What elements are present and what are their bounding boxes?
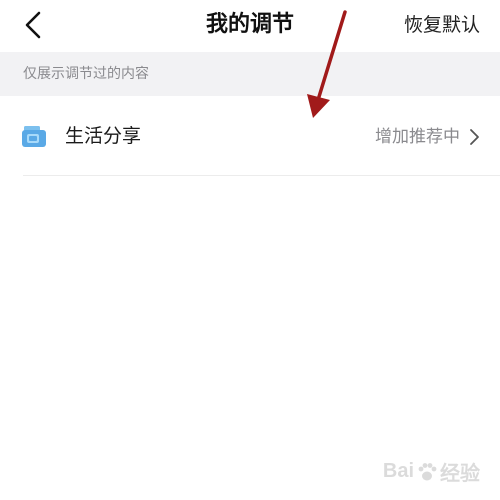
video-camera-icon bbox=[22, 126, 46, 147]
watermark: Bai 经验 bbox=[383, 457, 480, 486]
watermark-text-cjk: 经验 bbox=[440, 463, 480, 485]
row-divider bbox=[23, 175, 500, 176]
row-label: 生活分享 bbox=[65, 125, 142, 147]
reset-default-button[interactable]: 恢复默认 bbox=[404, 9, 480, 41]
chevron-left-icon bbox=[25, 11, 41, 39]
screen: 我的调节 恢复默认 仅展示调节过的内容 生活分享 增加推荐中 Bai 经验 bbox=[0, 0, 500, 500]
row-value: 增加推荐中 bbox=[375, 127, 460, 147]
back-button[interactable] bbox=[16, 8, 50, 42]
watermark-text-latin: Bai bbox=[382, 460, 414, 482]
chevron-right-icon bbox=[470, 129, 479, 145]
paw-icon bbox=[418, 462, 437, 480]
section-header-text: 仅展示调节过的内容 bbox=[23, 66, 149, 82]
section-header: 仅展示调节过的内容 bbox=[0, 52, 500, 96]
navigation-bar: 我的调节 恢复默认 bbox=[0, 0, 500, 50]
